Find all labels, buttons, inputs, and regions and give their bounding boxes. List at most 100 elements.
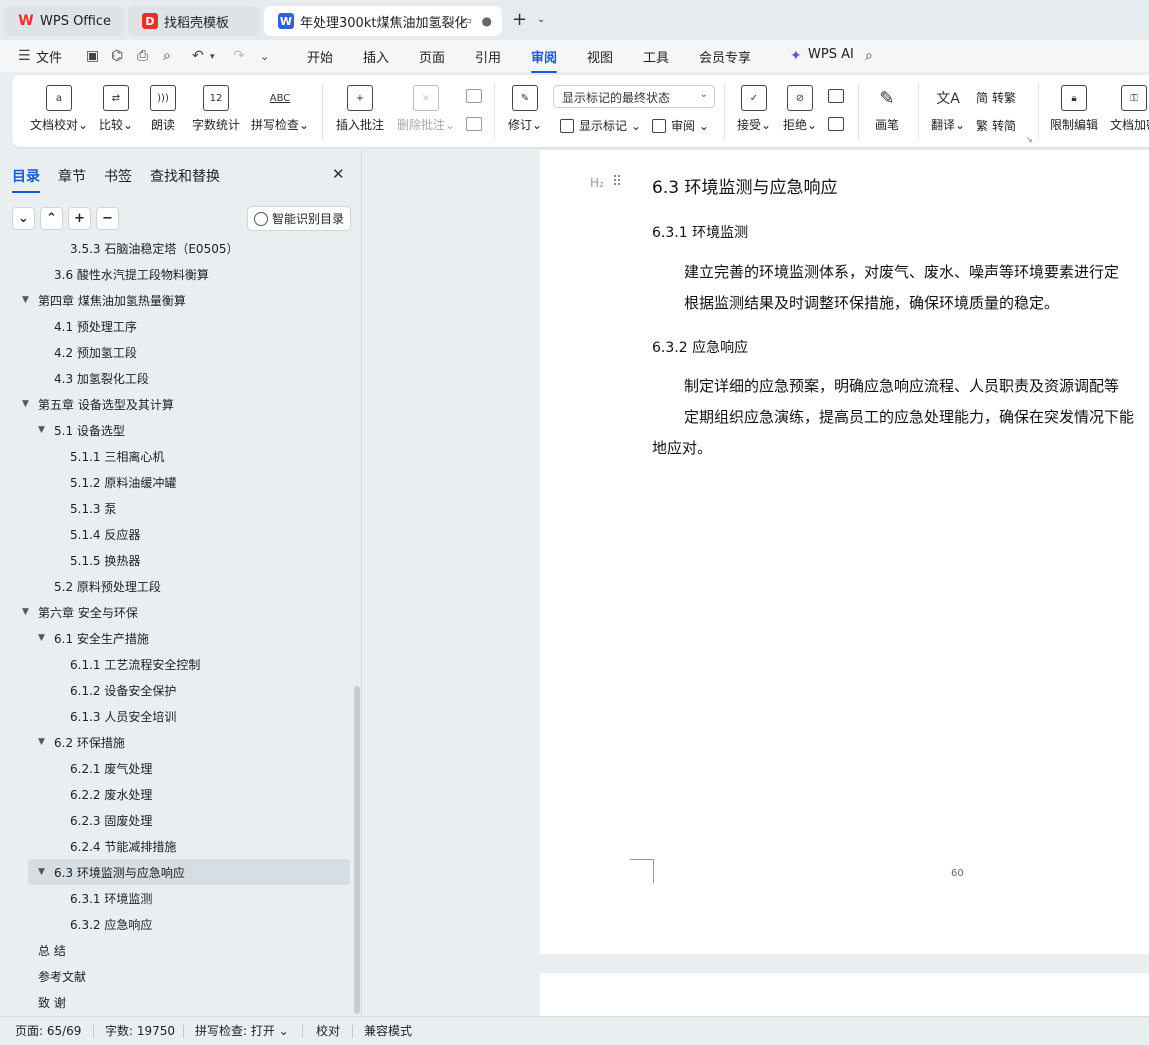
- toc-item[interactable]: 4.3 加氢裂化工段: [38, 365, 149, 391]
- expand-triangle-icon[interactable]: ▼: [22, 607, 38, 617]
- reject-button[interactable]: ⊘ 拒绝⌄: [780, 75, 820, 147]
- share-icon[interactable]: ⌬: [111, 48, 123, 64]
- remove-heading-minus-icon[interactable]: −: [96, 207, 119, 230]
- display-mode-select[interactable]: 显示标记的最终状态 ⌄: [553, 85, 715, 108]
- toc-item[interactable]: 6.1.2 设备安全保护: [54, 677, 176, 703]
- spell-check-button[interactable]: ABC 拼写检查⌄: [250, 75, 310, 147]
- toc-scrollbar[interactable]: [354, 686, 360, 1014]
- menu-member[interactable]: 会员专享: [699, 47, 751, 66]
- toc-item[interactable]: 致 谢: [22, 989, 66, 1014]
- toc-item[interactable]: 3.6 酸性水汽提工段物料衡算: [38, 261, 209, 287]
- nav-tab-bookmarks[interactable]: 书签: [104, 166, 132, 186]
- more-chevron-icon[interactable]: ⌄: [260, 50, 269, 63]
- toc-item[interactable]: ▼ 第四章 煤焦油加氢热量衡算: [22, 287, 186, 313]
- print-icon[interactable]: ⎙: [137, 48, 148, 64]
- toc-item[interactable]: 6.2.1 废气处理: [54, 755, 152, 781]
- to-simplified-button[interactable]: 繁转简: [976, 117, 1016, 134]
- unsaved-dot-icon[interactable]: ●: [482, 14, 492, 28]
- doc-check-button[interactable]: a 文档校对⌄: [28, 75, 90, 147]
- menu-tools[interactable]: 工具: [643, 47, 669, 66]
- add-heading-plus-icon[interactable]: +: [68, 207, 91, 230]
- toc-item[interactable]: 6.1.1 工艺流程安全控制: [54, 651, 200, 677]
- toc-item[interactable]: 总 结: [22, 937, 66, 963]
- word-count-indicator[interactable]: 字数: 19750: [105, 1022, 175, 1039]
- toc-item[interactable]: 3.5.3 石脑油稳定塔（E0505）: [54, 238, 238, 261]
- expand-triangle-icon[interactable]: ▼: [22, 295, 38, 305]
- toc-item[interactable]: ▼ 6.2 环保措施: [38, 729, 125, 755]
- nav-tab-sections[interactable]: 章节: [58, 166, 86, 186]
- track-changes-button[interactable]: ✎ 修订⌄: [506, 75, 544, 147]
- doc-encrypt-button[interactable]: ⚿ 文档加密: [1108, 75, 1149, 147]
- toc-item[interactable]: 参考文献: [22, 963, 86, 989]
- proofread-status[interactable]: 校对: [316, 1022, 340, 1039]
- page-indicator[interactable]: 页面: 65/69: [15, 1022, 81, 1039]
- undo-dropdown-icon[interactable]: ▾: [210, 52, 215, 62]
- toc-item[interactable]: ▼ 5.1 设备选型: [38, 417, 125, 443]
- expand-triangle-icon[interactable]: ▼: [38, 737, 54, 747]
- toc-item[interactable]: ▼ 第五章 设备选型及其计算: [22, 391, 174, 417]
- close-icon[interactable]: ✕: [332, 165, 345, 183]
- review-pane-button[interactable]: 审阅 ⌄: [652, 117, 709, 134]
- print-preview-icon[interactable]: ⌕: [163, 48, 171, 64]
- hamburger-icon[interactable]: ☰: [18, 48, 31, 64]
- toc-item[interactable]: 6.1.3 人员安全培训: [54, 703, 176, 729]
- tab-wps-office[interactable]: W WPS Office: [4, 6, 124, 36]
- insert-comment-button[interactable]: + 插入批注: [334, 75, 386, 147]
- ink-pen-button[interactable]: ✎ 画笔: [870, 75, 904, 147]
- read-aloud-button[interactable]: ))) 朗读: [146, 75, 180, 147]
- menu-insert[interactable]: 插入: [363, 47, 389, 66]
- menu-review[interactable]: 审阅: [531, 47, 558, 73]
- nav-tab-toc[interactable]: 目录: [12, 166, 40, 193]
- toc-item[interactable]: 4.2 预加氢工段: [38, 339, 137, 365]
- spell-check-status[interactable]: 拼写检查: 打开 ⌄: [195, 1022, 289, 1039]
- undo-icon[interactable]: ↶: [192, 48, 204, 64]
- menu-wps-ai[interactable]: WPS AI: [808, 47, 854, 62]
- expand-triangle-icon[interactable]: ▼: [22, 399, 38, 409]
- toc-item[interactable]: 6.2.2 废水处理: [54, 781, 152, 807]
- toc-item[interactable]: 6.3.2 应急响应: [54, 911, 152, 937]
- menu-page[interactable]: 页面: [419, 47, 445, 66]
- drag-handle-icon[interactable]: ⠿: [612, 174, 622, 190]
- toc-item[interactable]: ▼ 6.1 安全生产措施: [38, 625, 149, 651]
- menu-file[interactable]: 文件: [36, 47, 62, 66]
- toc-item[interactable]: ▼ 6.3 环境监测与应急响应: [28, 859, 350, 885]
- toc-item[interactable]: 6.2.3 固废处理: [54, 807, 152, 833]
- prev-change-icon[interactable]: [828, 89, 844, 103]
- new-tab-plus-icon[interactable]: +: [512, 9, 527, 30]
- translate-button[interactable]: 文A 翻译⌄: [928, 75, 968, 147]
- toc-item[interactable]: 6.3.1 环境监测: [54, 885, 152, 911]
- toc-item[interactable]: 5.1.1 三相离心机: [54, 443, 164, 469]
- collapse-chevron-down-icon[interactable]: ⌄: [12, 207, 35, 230]
- smart-toc-button[interactable]: 智能识别目录: [247, 206, 351, 231]
- toc-item[interactable]: 6.2.4 节能减排措施: [54, 833, 176, 859]
- tab-current-document[interactable]: W 年处理300kt煤焦油加氢裂化工 ▭ ●: [264, 6, 502, 36]
- compare-button[interactable]: ⇄ 比较⌄: [96, 75, 136, 147]
- show-markup-button[interactable]: 显示标记 ⌄: [560, 117, 641, 134]
- dialog-launcher-icon[interactable]: ↘: [1026, 135, 1033, 144]
- word-count-button[interactable]: 12 字数统计: [190, 75, 242, 147]
- toc-item[interactable]: 5.1.4 反应器: [54, 521, 140, 547]
- expand-triangle-icon[interactable]: ▼: [38, 633, 54, 643]
- menu-references[interactable]: 引用: [475, 47, 501, 66]
- search-icon[interactable]: ⌕: [865, 48, 873, 64]
- accept-button[interactable]: ✓ 接受⌄: [734, 75, 774, 147]
- nav-tab-find-replace[interactable]: 查找和替换: [150, 166, 220, 186]
- tab-docer-templates[interactable]: D 找稻壳模板: [128, 6, 260, 36]
- toc-item[interactable]: 5.1.3 泵: [54, 495, 116, 521]
- toc-item[interactable]: 5.1.2 原料油缓冲罐: [54, 469, 176, 495]
- restrict-edit-button[interactable]: 🔒︎ 限制编辑: [1048, 75, 1100, 147]
- toc-item[interactable]: 5.1.5 换热器: [54, 547, 140, 573]
- to-traditional-button[interactable]: 简转繁: [976, 89, 1016, 106]
- menu-view[interactable]: 视图: [587, 47, 613, 66]
- next-change-icon[interactable]: [828, 117, 844, 131]
- expand-triangle-icon[interactable]: ▼: [38, 867, 54, 877]
- toc-item[interactable]: 5.2 原料预处理工段: [38, 573, 161, 599]
- toc-item[interactable]: 4.1 预处理工序: [38, 313, 137, 339]
- chevron-up-icon[interactable]: ⌃: [40, 207, 63, 230]
- save-icon[interactable]: ▣: [86, 48, 99, 64]
- chevron-down-icon[interactable]: ⌄: [537, 14, 545, 25]
- toc-item[interactable]: ▼ 第六章 安全与环保: [22, 599, 138, 625]
- menu-start[interactable]: 开始: [307, 47, 333, 66]
- spell-check-icon: ABC: [269, 92, 291, 104]
- expand-triangle-icon[interactable]: ▼: [38, 425, 54, 435]
